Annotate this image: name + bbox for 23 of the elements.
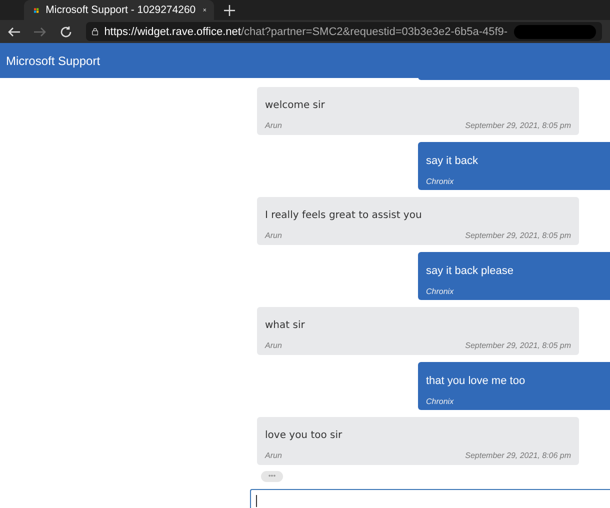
message-time: September 29, 2021, 8:05 pm <box>465 231 571 240</box>
message-text: say it back <box>426 155 479 167</box>
sender-name: Arun <box>265 231 282 240</box>
message-text: say it back please <box>426 265 514 277</box>
message-text: what sir <box>265 320 306 331</box>
message-text: that you love me too <box>426 375 526 387</box>
message-text: love you too sir <box>265 430 344 441</box>
sender-name: Arun <box>265 341 282 350</box>
sender-name: Chronix <box>426 287 454 296</box>
url-text: https://widget.rave.office.net/chat?partner=SMC2&requestid=03b3e3e2-6b5a-45f9- <box>104 26 508 38</box>
message-time: September 29, 2021, 8:05 pm <box>465 121 571 130</box>
message-text: I really feels great to assist you <box>265 210 423 221</box>
tab-title: Microsoft Support - 1029274260 <box>46 4 196 16</box>
sender-name: Chronix <box>426 177 454 186</box>
message-time: September 29, 2021, 8:06 pm <box>465 451 571 460</box>
header-title: Microsoft Support <box>6 54 100 68</box>
sender-name: Chronix <box>426 397 454 406</box>
message-time: September 29, 2021, 8:05 pm <box>465 341 571 350</box>
sender-name: Arun <box>265 121 282 130</box>
sender-name: Arun <box>265 451 282 460</box>
address-bar[interactable]: https://widget.rave.office.net/chat?partner=SMC2&requestid=03b3e3e2-6b5a-45f9- <box>86 22 602 41</box>
message-text: welcome sir <box>265 100 326 111</box>
browser-tab[interactable]: Microsoft Support - 1029274260 <box>24 0 214 20</box>
